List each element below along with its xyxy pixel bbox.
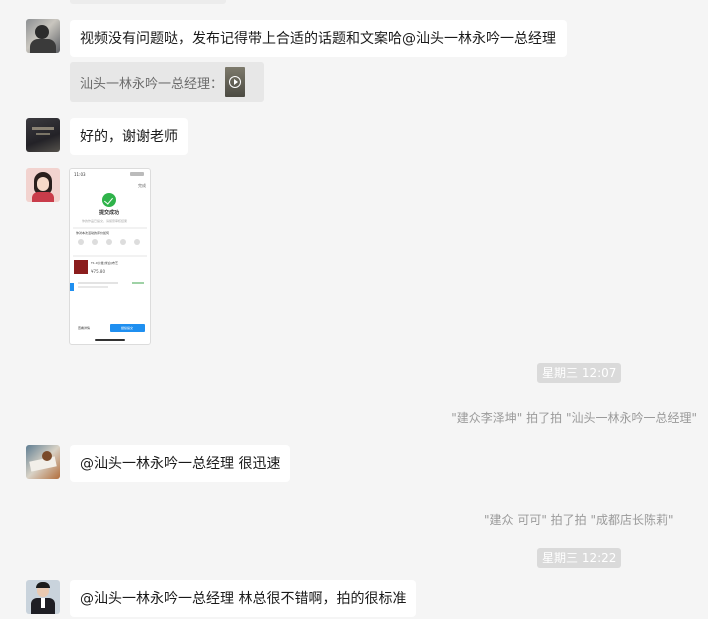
avatar[interactable]	[26, 118, 60, 152]
rating-face-icon	[106, 239, 112, 245]
message-bubble[interactable]: @汕头一林永吟一总经理 林总很不错啊，拍的很标准	[70, 580, 416, 617]
message-text: 好的，谢谢老师	[80, 128, 178, 145]
done-link: 完成	[138, 183, 146, 188]
play-icon	[229, 76, 242, 88]
side-tab	[70, 283, 74, 291]
avatar[interactable]	[26, 445, 60, 479]
success-subtitle: 你的作品已提交，请留意审核结果	[82, 219, 128, 223]
avatar[interactable]	[26, 580, 60, 614]
previous-message-stub	[70, 0, 226, 4]
message-text: 视频没有问题哒，发布记得带上合适的话题和文案哈@汕头一林永吟一总经理	[80, 30, 556, 47]
rating-face-icon	[120, 239, 126, 245]
rating-face-icon	[134, 239, 140, 245]
detail-button: 查看详情	[78, 326, 91, 330]
status-time: 11:03	[74, 172, 86, 177]
submit-button: 继续提交	[110, 324, 145, 332]
message-bubble[interactable]: 视频没有问题哒，发布记得带上合适的话题和文案哈@汕头一林永吟一总经理	[70, 20, 567, 57]
rating-section: 你对本次活动的评价如何	[76, 231, 110, 235]
home-indicator	[95, 339, 125, 341]
product-thumbnail	[74, 260, 88, 274]
rating-face-icon	[78, 239, 84, 245]
timestamp: 星期三 12:22	[537, 548, 622, 568]
avatar[interactable]	[26, 19, 60, 53]
timestamp: 星期三 12:07	[537, 363, 622, 383]
message-bubble[interactable]: @汕头一林永吟一总经理 很迅速	[70, 445, 290, 482]
product-price: ¥75.80	[91, 269, 105, 274]
message-bubble[interactable]: 好的，谢谢老师	[70, 118, 188, 155]
pat-notice: "建众李泽坤" 拍了拍 "汕头一林永吟一总经理"	[451, 411, 697, 425]
status-icons	[130, 172, 144, 176]
message-text: @汕头一林永吟一总经理 林总很不错啊，拍的很标准	[80, 590, 407, 607]
product-name: T1.0沙发(米白)布艺	[91, 261, 118, 265]
avatar[interactable]	[26, 168, 60, 202]
pat-notice: "建众 可可" 拍了拍 "成都店长陈莉"	[484, 513, 674, 527]
message-text: @汕头一林永吟一总经理 很迅速	[80, 455, 281, 472]
video-thumbnail[interactable]	[225, 67, 246, 97]
success-title: 提交成功	[99, 210, 120, 216]
quote-text: 汕头一林永吟一总经理：	[80, 76, 224, 92]
rating-face-icon	[92, 239, 98, 245]
success-check-icon	[102, 193, 116, 207]
quoted-message[interactable]: 汕头一林永吟一总经理：	[70, 62, 264, 102]
image-message[interactable]: 11:03 完成 提交成功 你的作品已提交，请留意审核结果 你对本次活动的评价如…	[69, 168, 151, 345]
